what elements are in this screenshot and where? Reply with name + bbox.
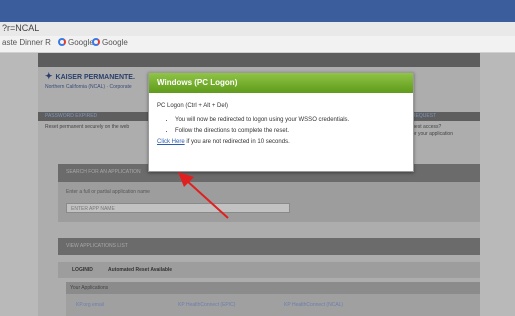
arrow-shaft <box>185 179 229 219</box>
red-arrow-annotation <box>178 172 229 219</box>
